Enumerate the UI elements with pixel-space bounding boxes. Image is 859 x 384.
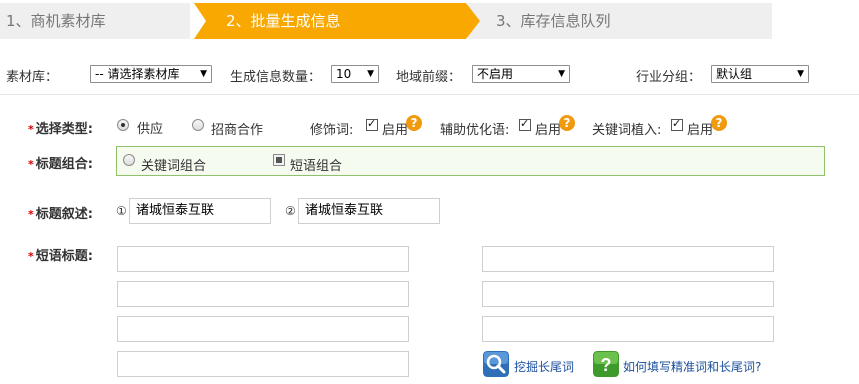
- keyword-checkbox[interactable]: [671, 117, 683, 131]
- how-to-fill-link[interactable]: 如何填写精准词和长尾词?: [623, 358, 761, 375]
- count-label: 生成信息数量：: [230, 70, 322, 85]
- keyword-enable-label: 启用: [687, 123, 714, 138]
- radio-invest[interactable]: [192, 119, 204, 131]
- region-label: 地域前缀：: [396, 70, 462, 85]
- title-combo-label: * 标题组合:: [28, 153, 93, 172]
- help-icon[interactable]: ?: [559, 115, 575, 131]
- phrase-input-4[interactable]: [117, 351, 409, 377]
- title-desc-input-2[interactable]: 诸城恒泰互联: [298, 198, 440, 224]
- radio-supply[interactable]: [117, 119, 129, 131]
- industry-label: 行业分组：: [636, 70, 702, 85]
- region-select-value: 不启用: [477, 67, 514, 81]
- help-icon[interactable]: ?: [406, 115, 422, 131]
- radio-phrase-combo[interactable]: [273, 154, 285, 166]
- aux-label: 辅助优化语:: [440, 123, 510, 138]
- phrase-input-5[interactable]: [482, 246, 774, 272]
- industry-select[interactable]: 默认组 ▼: [711, 65, 809, 83]
- aux-enable-label: 启用: [535, 123, 562, 138]
- required-mark: *: [28, 250, 34, 263]
- phrase-input-6[interactable]: [482, 281, 774, 307]
- industry-select-value: 默认组: [716, 67, 753, 81]
- select-type-label: * 选择类型:: [28, 118, 93, 137]
- keyword-label: 关键词植入:: [592, 123, 662, 138]
- radio-keyword-combo[interactable]: [123, 154, 135, 166]
- required-mark: *: [28, 123, 34, 136]
- phrase-title-label: * 短语标题:: [28, 245, 93, 264]
- material-select[interactable]: -- 请选择素材库 ▼: [90, 65, 212, 83]
- select-type-label-text: 选择类型:: [35, 122, 93, 137]
- step-2-batch-generate[interactable]: 2、批量生成信息: [196, 3, 476, 39]
- step-2-label: 2、批量生成信息: [226, 12, 341, 30]
- modifier-label: 修饰词:: [310, 123, 354, 138]
- aux-checkbox[interactable]: [519, 117, 531, 131]
- required-mark: *: [28, 208, 34, 221]
- chevron-down-icon: ▼: [367, 69, 374, 79]
- title-desc-label: * 标题叙述:: [28, 203, 93, 222]
- help-question-glyph: ?: [601, 355, 612, 375]
- chevron-down-icon: ▼: [797, 69, 804, 79]
- radio-phrase-combo-label: 短语组合: [290, 159, 343, 174]
- material-label: 素材库：: [6, 70, 59, 85]
- divider: [0, 94, 859, 95]
- modifier-enable-label: 启用: [382, 123, 409, 138]
- phrase-input-1[interactable]: [117, 246, 409, 272]
- marker-2: ②: [285, 204, 296, 218]
- material-select-value: -- 请选择素材库: [95, 67, 180, 81]
- phrase-input-7[interactable]: [482, 316, 774, 342]
- radio-keyword-combo-label: 关键词组合: [141, 159, 207, 174]
- title-combo-label-text: 标题组合:: [35, 157, 93, 172]
- required-mark: *: [28, 158, 34, 171]
- phrase-input-2[interactable]: [117, 281, 409, 307]
- title-combo-box: [116, 146, 825, 176]
- chevron-down-icon: ▼: [200, 69, 207, 79]
- help-question-icon[interactable]: ?: [593, 351, 619, 377]
- phrase-input-3[interactable]: [117, 316, 409, 342]
- modifier-checkbox[interactable]: [366, 117, 378, 131]
- count-select[interactable]: 10 ▼: [331, 65, 379, 83]
- mine-longtail-link[interactable]: 挖掘长尾词: [514, 358, 574, 375]
- help-icon[interactable]: ?: [711, 115, 727, 131]
- region-select[interactable]: 不启用 ▼: [472, 65, 570, 83]
- title-desc-label-text: 标题叙述:: [35, 207, 93, 222]
- step-progress-bar: 1、商机素材库 3、库存信息队列 2、批量生成信息: [0, 0, 859, 42]
- phrase-title-label-text: 短语标题:: [35, 249, 93, 264]
- count-select-value: 10: [336, 67, 352, 81]
- radio-supply-label: 供应: [137, 122, 164, 137]
- radio-invest-label: 招商合作: [211, 123, 264, 138]
- search-icon[interactable]: [483, 351, 509, 377]
- chevron-down-icon: ▼: [558, 69, 565, 79]
- marker-1: ①: [116, 204, 127, 218]
- title-desc-input-1[interactable]: 诸城恒泰互联: [129, 198, 271, 224]
